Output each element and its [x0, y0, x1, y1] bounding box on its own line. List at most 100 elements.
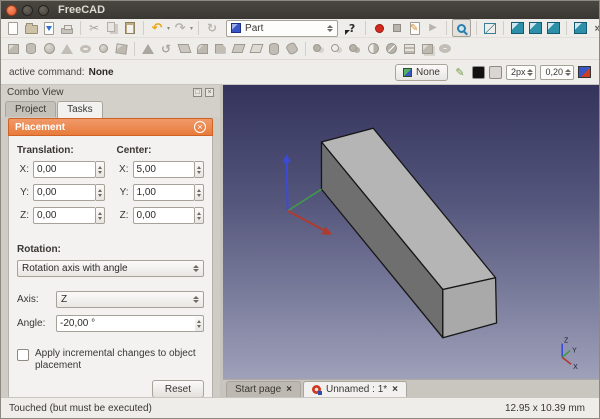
appearance-icon[interactable]	[452, 64, 468, 80]
placement-close-icon[interactable]: ×	[194, 121, 206, 133]
freecad-window: FreeCAD ▾ ▾ Part	[0, 0, 600, 419]
translation-z-spin-icon[interactable]	[96, 207, 105, 224]
panel-close-icon[interactable]: ×	[205, 88, 214, 97]
part-shape-builder-icon[interactable]	[113, 41, 129, 57]
paste-icon[interactable]	[122, 20, 138, 36]
part-thickness-icon[interactable]	[437, 41, 453, 57]
rotation-mode-select[interactable]: Rotation axis with angle	[17, 260, 204, 277]
translation-y-field[interactable]: 0,00	[33, 184, 96, 201]
angle-spin-icon[interactable]	[195, 315, 204, 332]
part-sweep-icon[interactable]	[284, 41, 300, 57]
tab-project[interactable]: Project	[5, 101, 56, 117]
line-width-spin-icon[interactable]	[527, 69, 533, 76]
part-union-icon[interactable]	[347, 41, 363, 57]
center-y-label: Y:	[117, 187, 129, 198]
cut-icon[interactable]	[86, 20, 102, 36]
translation-z-field[interactable]: 0,00	[33, 207, 96, 224]
origin-z-axis	[287, 162, 288, 211]
view-front-icon[interactable]	[527, 20, 543, 36]
part-cylinder-icon[interactable]	[23, 41, 39, 57]
center-z-spin-icon[interactable]	[195, 207, 204, 224]
part-section-icon[interactable]	[383, 41, 399, 57]
incremental-checkbox[interactable]	[17, 349, 29, 361]
part-mirror-icon[interactable]	[176, 41, 192, 57]
refresh-icon[interactable]	[204, 20, 220, 36]
open-file-icon[interactable]	[23, 20, 39, 36]
view-isometric-icon[interactable]	[509, 20, 525, 36]
dimension-readout: 12.95 x 10.39 mm	[505, 403, 591, 414]
translation-x-field[interactable]: 0,00	[33, 161, 96, 178]
macro-edit-icon[interactable]	[407, 20, 423, 36]
line-width-spinbox[interactable]: 2px	[506, 65, 537, 80]
center-x-spin-icon[interactable]	[195, 161, 204, 178]
titlebar: FreeCAD	[1, 1, 599, 19]
center-y-spin-icon[interactable]	[195, 184, 204, 201]
center-x-field[interactable]: 5,00	[133, 161, 196, 178]
translation-y-spin-icon[interactable]	[96, 184, 105, 201]
part-cone-icon[interactable]	[59, 41, 75, 57]
placement-title: Placement	[15, 122, 194, 133]
tab-tasks[interactable]: Tasks	[57, 101, 103, 118]
macro-record-icon[interactable]	[371, 20, 387, 36]
whats-this-icon[interactable]	[344, 20, 360, 36]
toolbar-overflow-icon[interactable]	[590, 20, 600, 36]
point-size-value: 0,20	[545, 67, 563, 77]
part-fillet-icon[interactable]	[194, 41, 210, 57]
3d-view[interactable]: Z Y X	[223, 85, 599, 379]
view-right-icon[interactable]	[572, 20, 588, 36]
face-color-button[interactable]: None	[395, 64, 448, 81]
part-extrude-icon[interactable]	[140, 41, 156, 57]
part-cross-sections-icon[interactable]	[401, 41, 417, 57]
part-chamfer-icon[interactable]	[212, 41, 228, 57]
line-color-swatch[interactable]	[472, 66, 485, 79]
corner-axis-cross: Z Y X	[562, 338, 578, 372]
start-page-close-icon[interactable]: ×	[286, 385, 292, 395]
translation-x-spin-icon[interactable]	[96, 161, 105, 178]
part-box-icon[interactable]	[5, 41, 21, 57]
redo-icon[interactable]	[172, 20, 188, 36]
part-loft-icon[interactable]	[266, 41, 282, 57]
part-boolean-icon[interactable]	[311, 41, 327, 57]
part-make-face-icon[interactable]	[230, 41, 246, 57]
part-cut-icon[interactable]	[329, 41, 345, 57]
undo-icon[interactable]	[149, 20, 165, 36]
workbench-selector[interactable]: Part	[226, 20, 338, 37]
print-icon[interactable]	[59, 20, 75, 36]
point-size-spin-icon[interactable]	[565, 69, 571, 76]
angle-field[interactable]: -20,00 °	[56, 315, 199, 332]
part-ruled-surface-icon[interactable]	[248, 41, 264, 57]
axis-select[interactable]: Z	[56, 291, 204, 308]
new-file-icon[interactable]	[5, 20, 21, 36]
center-z-field[interactable]: 0,00	[133, 207, 196, 224]
unnamed-close-icon[interactable]: ×	[392, 385, 398, 395]
window-maximize-button[interactable]	[38, 5, 49, 16]
tab-start-page[interactable]: Start page ×	[226, 381, 301, 397]
save-file-icon[interactable]	[41, 20, 57, 36]
view-top-icon[interactable]	[545, 20, 561, 36]
macro-stop-icon[interactable]	[389, 20, 405, 36]
part-create-primitives-icon[interactable]	[95, 41, 111, 57]
reset-button[interactable]: Reset	[152, 380, 204, 398]
corner-x-label: X	[573, 364, 578, 371]
part-torus-icon[interactable]	[77, 41, 93, 57]
window-close-button[interactable]	[6, 5, 17, 16]
redo-dropdown-icon[interactable]: ▾	[190, 25, 193, 32]
rotation-label: Rotation:	[17, 244, 204, 255]
point-color-swatch[interactable]	[489, 66, 502, 79]
macro-play-icon[interactable]	[425, 20, 441, 36]
undo-dropdown-icon[interactable]: ▾	[167, 25, 170, 32]
part-sphere-icon[interactable]	[41, 41, 57, 57]
fit-all-icon[interactable]	[452, 19, 471, 37]
part-revolve-icon[interactable]	[158, 41, 174, 57]
window-minimize-button[interactable]	[22, 5, 33, 16]
center-y-field[interactable]: 1,00	[133, 184, 196, 201]
tab-unnamed-document[interactable]: Unnamed : 1* ×	[303, 381, 407, 397]
point-size-spinbox[interactable]: 0,20	[540, 65, 574, 80]
axis-label: Axis:	[17, 294, 51, 305]
draw-style-icon[interactable]	[482, 20, 498, 36]
panel-float-icon[interactable]: □	[193, 88, 202, 97]
copy-icon[interactable]	[104, 20, 120, 36]
color-per-face-icon[interactable]	[578, 66, 591, 78]
part-offset-icon[interactable]	[419, 41, 435, 57]
part-common-icon[interactable]	[365, 41, 381, 57]
